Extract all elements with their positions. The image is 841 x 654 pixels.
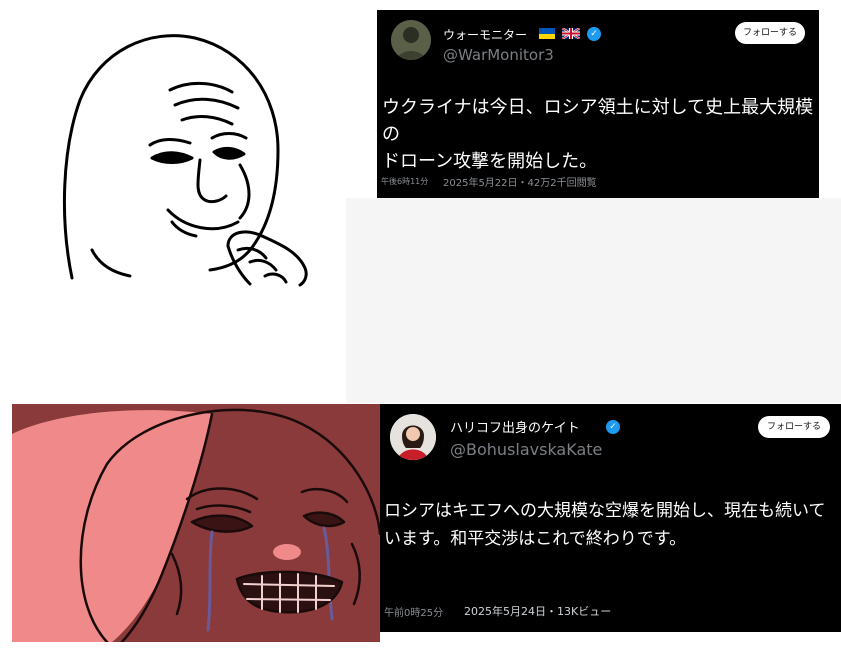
tweet-text: ロシアはキエフへの大規模な空爆を開始し、現在も続いて います。和平交渉はこれで終… (384, 497, 826, 553)
display-name[interactable]: ハリコフ出身のケイト (450, 417, 580, 436)
tweet-card-bottom: ハリコフ出身のケイト ✓ @BohuslavskaKate フォローする ロシア… (380, 404, 841, 632)
blank-area (346, 198, 841, 403)
tweet-card-top: ウォーモニター ✓ @WarMonitor3 フォローする ウクライナは今日、ロ… (377, 10, 819, 198)
uk-flag-icon (562, 28, 580, 39)
tweet-meta: 2025年5月24日・13Kビュー (464, 605, 612, 618)
follow-button[interactable]: フォローする (735, 22, 805, 44)
tweet-text: ウクライナは今日、ロシア領土に対して史上最大規模の ドローン攻撃を開始した。 (382, 94, 819, 175)
tweet-text-line-1: ロシアはキエフへの大規模な空爆を開始し、現在も続いて (384, 501, 826, 521)
tweet-meta: 2025年5月22日・42万2千回閲覧 (443, 178, 597, 189)
handle[interactable]: @WarMonitor3 (443, 46, 554, 64)
tweet-time: 午後6時11分 (381, 177, 429, 186)
tweet-text-line-2: います。和平交渉はこれで終わりです。 (384, 529, 687, 549)
crying-wojak-image (12, 404, 380, 642)
tweet-text-line-1: ウクライナは今日、ロシア領土に対して史上最大規模の (382, 97, 814, 145)
display-name[interactable]: ウォーモニター (443, 26, 527, 43)
handle[interactable]: @BohuslavskaKate (450, 440, 602, 459)
verified-badge-icon: ✓ (606, 420, 620, 434)
avatar[interactable] (390, 414, 436, 460)
verified-badge-icon: ✓ (587, 27, 601, 41)
smug-wojak-image (0, 0, 345, 290)
avatar[interactable] (391, 20, 431, 60)
tweet-time: 午前0時25分 (384, 608, 444, 619)
ukraine-flag-icon (539, 28, 555, 39)
tweet-text-line-2: ドローン攻撃を開始した。 (382, 151, 598, 172)
follow-button[interactable]: フォローする (758, 416, 830, 438)
